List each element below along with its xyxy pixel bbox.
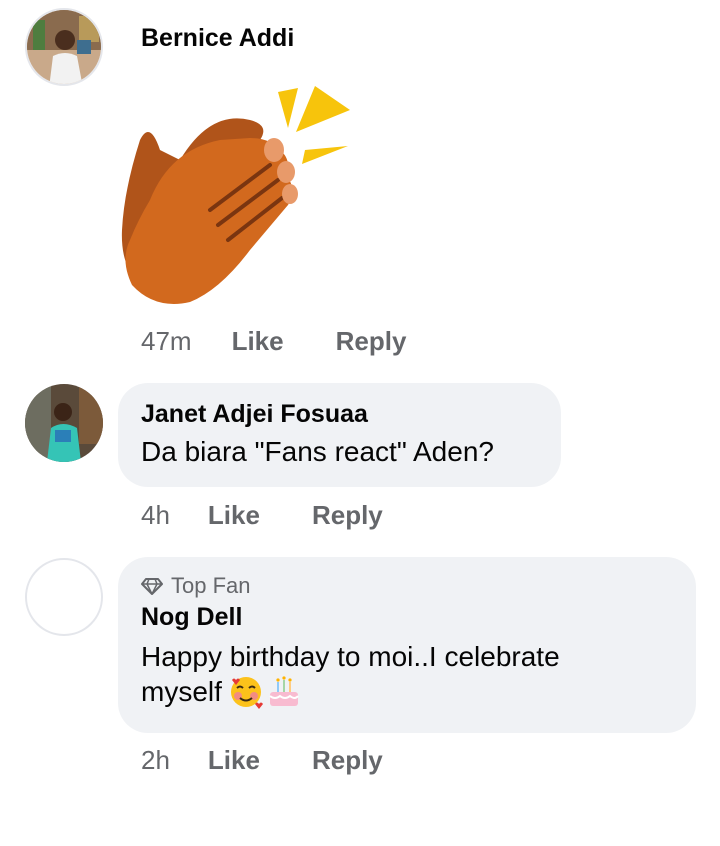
smiling-face-with-hearts-emoji [228,674,264,710]
like-button[interactable]: Like [208,745,260,776]
avatar[interactable] [25,8,103,86]
comment-meta: 2h Like Reply [141,745,383,776]
comment-meta: 47m Like Reply [141,326,406,357]
comment-author[interactable]: Bernice Addi [141,24,294,53]
comment-author[interactable]: Nog Dell [141,603,696,632]
reply-button[interactable]: Reply [336,326,407,357]
reply-button[interactable]: Reply [312,745,383,776]
like-button[interactable]: Like [232,326,284,357]
comment-text-line: myself [141,674,696,710]
avatar[interactable] [25,384,103,462]
comment-text: Da biara "Fans react" Aden? [141,436,494,467]
clapping-hands-sticker [110,80,360,310]
comment-text-line: Happy birthday to moi..I celebrate [141,641,560,672]
comment-author[interactable]: Janet Adjei Fosuaa [141,400,561,429]
diamond-icon [141,577,163,595]
avatar[interactable] [25,558,103,636]
comment-time[interactable]: 4h [141,500,170,531]
comment-text-word: myself [141,676,222,707]
reply-button[interactable]: Reply [312,500,383,531]
top-fan-badge: Top Fan [141,573,696,599]
comment-time[interactable]: 47m [141,326,192,357]
badge-label: Top Fan [171,573,251,598]
comment-bubble: Top Fan Nog Dell Happy birthday to moi..… [118,557,696,733]
comment-time[interactable]: 2h [141,745,170,776]
birthday-cake-emoji [266,674,302,710]
comment-bubble: Janet Adjei Fosuaa Da biara "Fans react"… [118,383,561,487]
comment-meta: 4h Like Reply [141,500,383,531]
like-button[interactable]: Like [208,500,260,531]
